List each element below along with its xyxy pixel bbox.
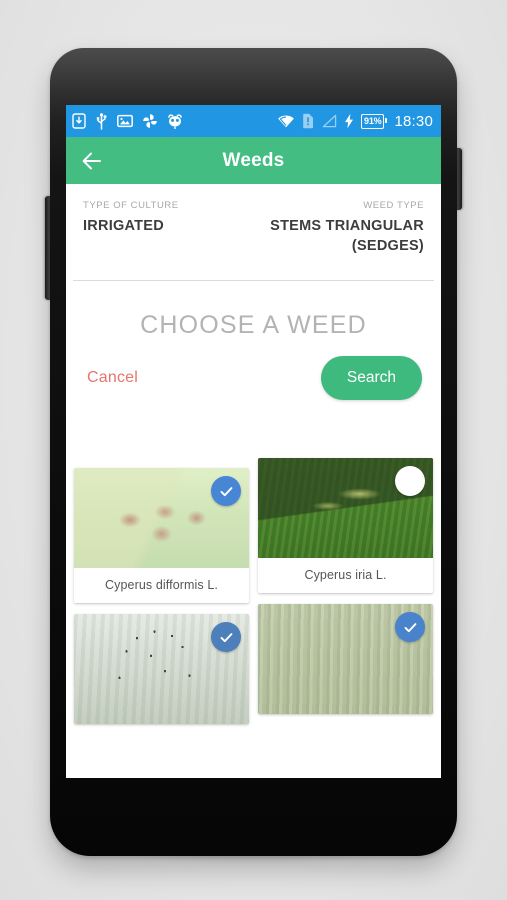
search-button[interactable]: Search [320, 356, 422, 401]
status-bar-left-icons [72, 112, 277, 130]
weed-card[interactable] [258, 604, 433, 714]
culture-block: TYPE OF CULTURE IRRIGATED [83, 200, 179, 237]
back-arrow-icon[interactable] [80, 149, 104, 173]
main-content: TYPE OF CULTURE IRRIGATED WEED TYPE STEM… [66, 184, 441, 778]
check-icon [220, 486, 232, 496]
page-title: Weeds [222, 149, 285, 171]
selected-check-badge[interactable] [211, 476, 241, 506]
weed-type-block: WEED TYPE STEMS TRIANGULAR (SEDGES) [226, 200, 424, 256]
sim-alert-icon [303, 113, 314, 129]
screenshot-image-icon [117, 114, 133, 128]
weed-name-label: Cyperus iria L. [304, 568, 387, 582]
weed-grid-column-left: Cyperus difformis L. [74, 468, 249, 778]
weed-card-grid: Cyperus difformis L. Cyperus iria L. [66, 458, 441, 778]
clock-label: 18:30 [394, 112, 433, 130]
sd-card-icon [72, 113, 86, 129]
weed-name-label: Cyperus difformis L. [105, 578, 218, 592]
weed-type-label: WEED TYPE [363, 200, 424, 211]
cancel-button[interactable]: Cancel [85, 365, 140, 391]
status-bar-right-icons: 91% 18:30 [277, 113, 433, 130]
pinwheel-icon [143, 114, 157, 128]
battery-level-label: 91% [364, 115, 382, 126]
weed-grid-column-right: Cyperus iria L. [258, 458, 433, 778]
selected-check-badge[interactable] [395, 612, 425, 642]
weed-type-value: STEMS TRIANGULAR (SEDGES) [270, 218, 424, 254]
weed-card[interactable] [74, 614, 249, 724]
check-icon [220, 632, 232, 642]
signal-icon [322, 114, 337, 128]
check-icon [404, 622, 416, 632]
usb-icon [96, 112, 107, 130]
culture-label: TYPE OF CULTURE [83, 200, 179, 211]
battery-indicator: 91% [361, 113, 388, 129]
phone-screen: 91% 18:30 Weeds TYPE OF CULTURE IRRIGATE… [66, 105, 441, 778]
app-bar: Weeds [66, 137, 441, 184]
action-row: Cancel Search [66, 340, 441, 401]
weed-photo [74, 614, 249, 724]
unselected-check-badge[interactable] [395, 466, 425, 496]
owl-icon [168, 113, 182, 129]
selected-check-badge[interactable] [211, 622, 241, 652]
weed-photo [74, 468, 249, 568]
weed-card[interactable]: Cyperus difformis L. [74, 468, 249, 603]
section-divider [73, 280, 434, 282]
weed-card[interactable]: Cyperus iria L. [258, 458, 433, 593]
weed-filter-summary: TYPE OF CULTURE IRRIGATED WEED TYPE STEM… [66, 184, 441, 256]
phone-device-frame: 91% 18:30 Weeds TYPE OF CULTURE IRRIGATE… [50, 48, 457, 856]
charging-bolt-icon [345, 113, 354, 129]
weed-photo [258, 604, 433, 714]
weed-photo [258, 458, 433, 558]
choose-a-weed-heading: CHOOSE A WEED [140, 311, 367, 340]
culture-value: IRRIGATED [83, 218, 164, 234]
wifi-icon [278, 115, 294, 128]
status-bar: 91% 18:30 [66, 105, 441, 137]
